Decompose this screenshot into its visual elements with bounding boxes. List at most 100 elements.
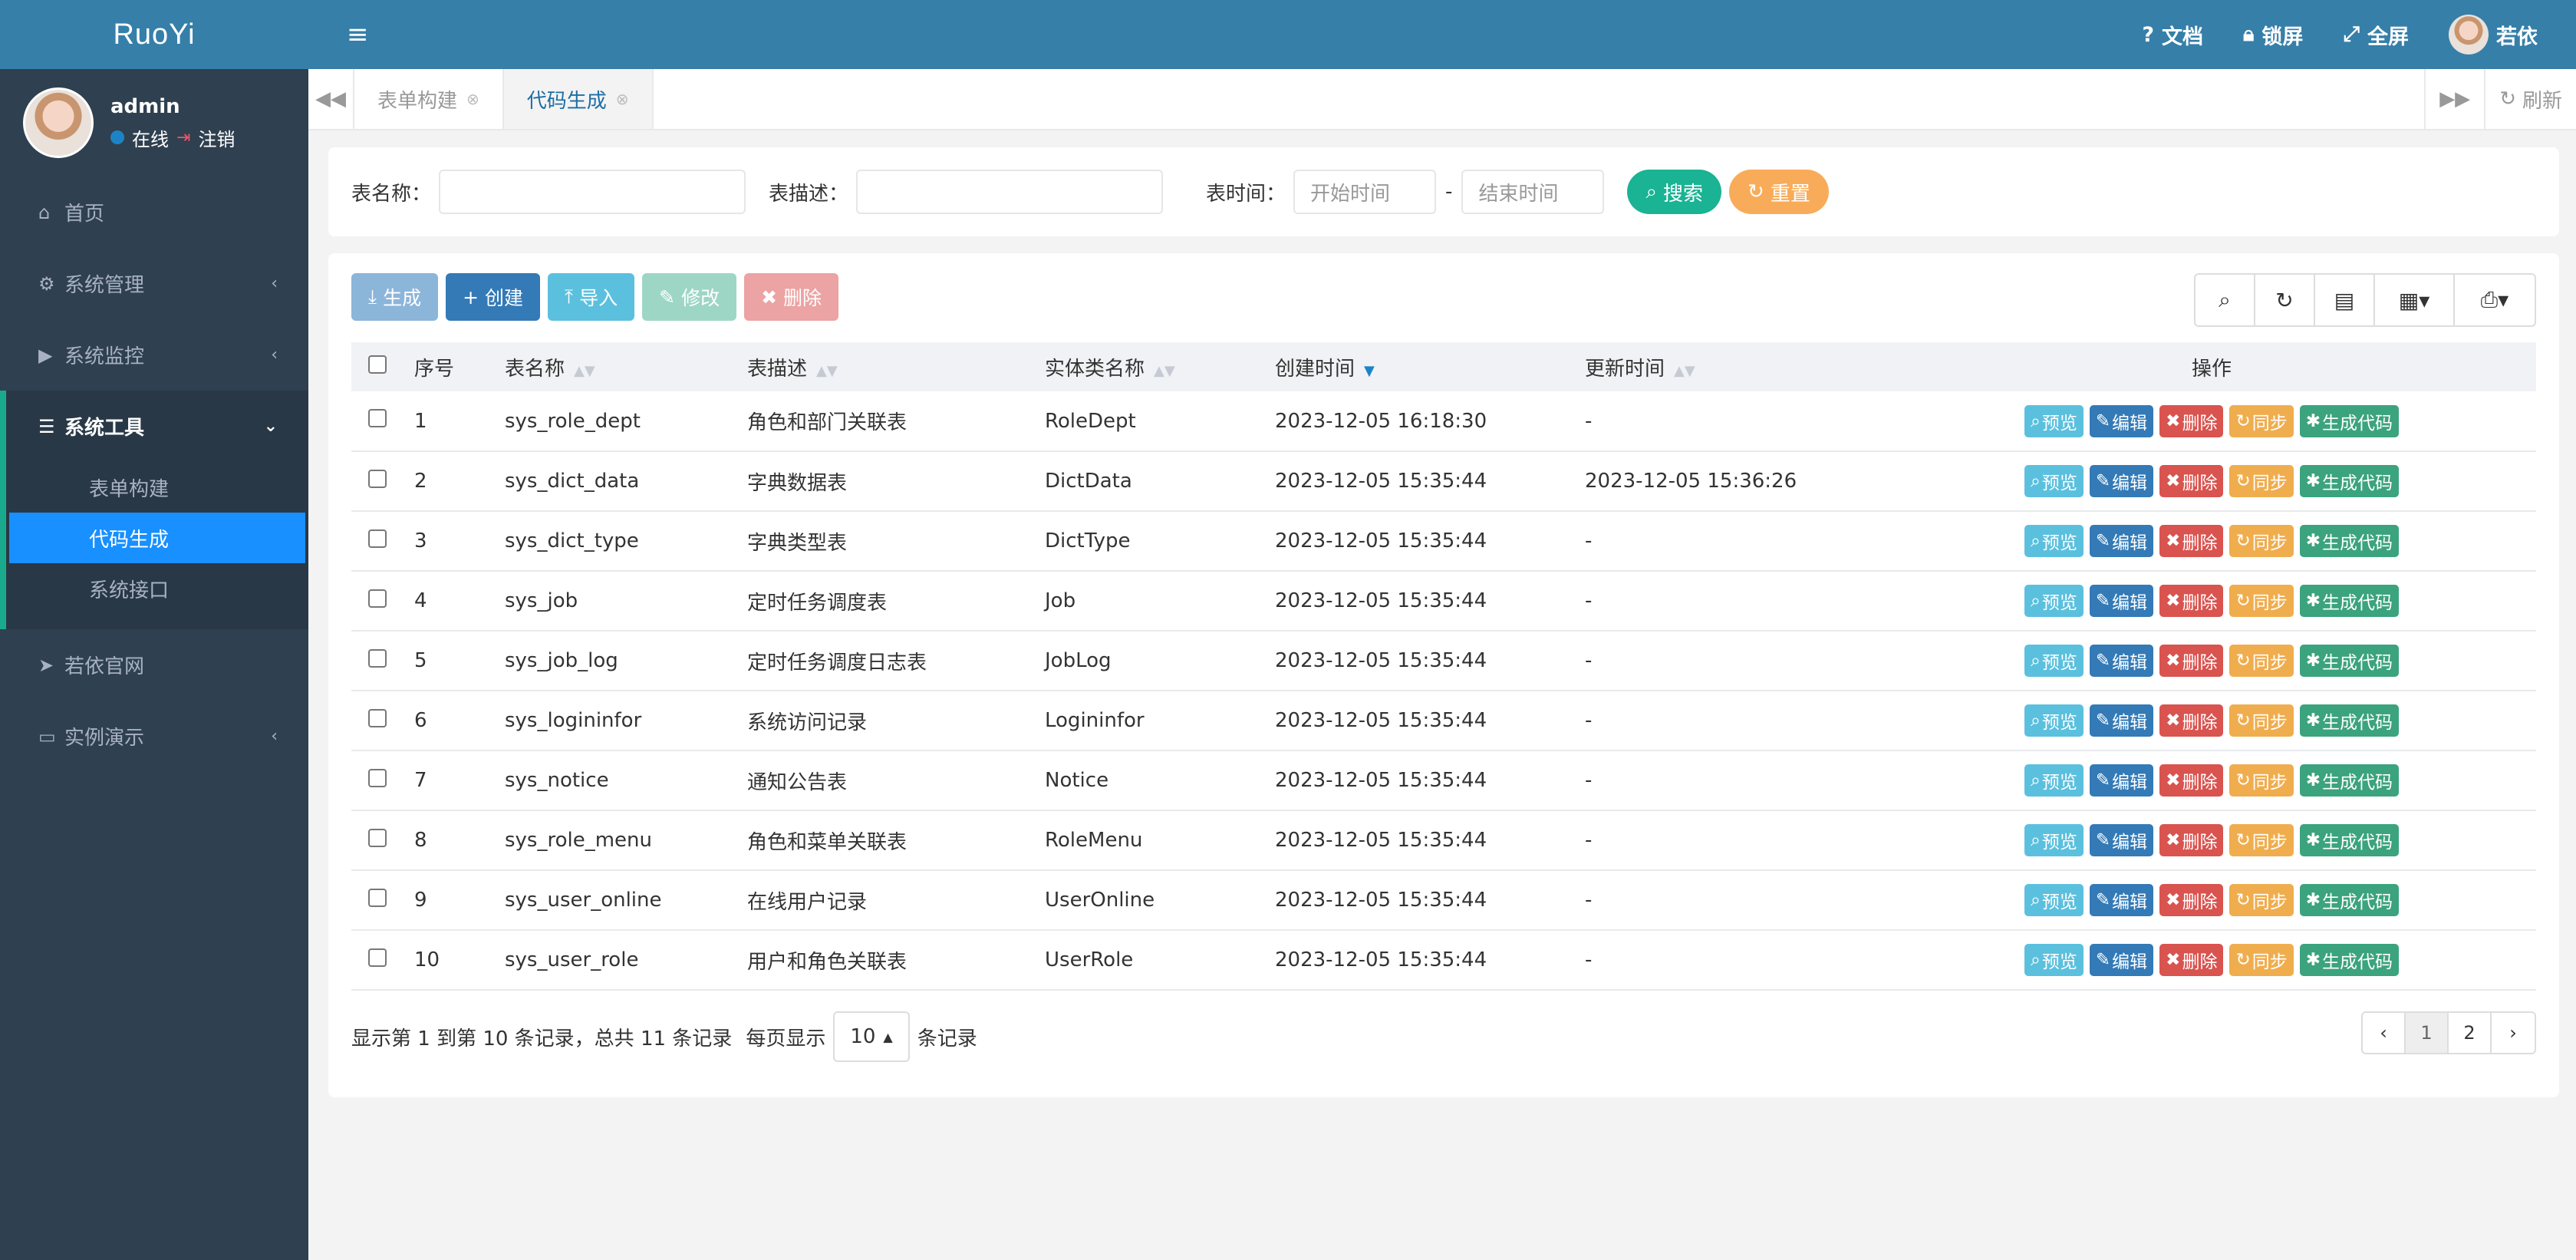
page-size-dropdown[interactable]: 10 ▲ [833, 1011, 910, 1062]
table-row[interactable]: 2 sys_dict_data 字典数据表 DictData 2023-12-05 15… [351, 451, 2536, 512]
row-checkbox[interactable] [368, 888, 387, 907]
preview-row-button[interactable]: ⌕ 预览 [2024, 944, 2084, 976]
reset-button[interactable]: ↻ 重置 [1729, 170, 1829, 214]
sync-row-button[interactable]: ↻ 同步 [2229, 764, 2294, 797]
delete-row-button[interactable]: ✖ 删除 [2159, 884, 2224, 916]
edit-row-button[interactable]: ✎ 编辑 [2089, 645, 2154, 677]
sidebar-item-0[interactable]: ⌂ 首页 [0, 176, 308, 248]
import-button[interactable]: ⤒ 导入 [548, 273, 635, 321]
row-checkbox[interactable] [368, 948, 387, 967]
row-checkbox[interactable] [368, 708, 387, 727]
delete-row-button[interactable]: ✖ 删除 [2159, 645, 2224, 677]
sidebar-item-2[interactable]: ▶ 系统监控 ‹ [0, 319, 308, 391]
table-row[interactable]: 5 sys_job_log 定时任务调度日志表 JobLog 2023-12-05 15… [351, 631, 2536, 691]
user-menu[interactable]: 若依 [2449, 15, 2538, 54]
row-checkbox[interactable] [368, 828, 387, 847]
toggle-search-button[interactable]: ⌕ [2196, 275, 2255, 325]
gencode-row-button[interactable]: ✱ 生成代码 [2299, 525, 2399, 557]
sidebar-subitem-1[interactable]: 代码生成 [9, 513, 305, 563]
menu-toggle-icon[interactable]: ≡ [347, 19, 369, 50]
table-name-input[interactable] [439, 170, 746, 214]
preview-row-button[interactable]: ⌕ 预览 [2024, 764, 2084, 797]
gencode-row-button[interactable]: ✱ 生成代码 [2299, 645, 2399, 677]
doc-link[interactable]: ? 文档 [2142, 20, 2203, 50]
toggle-view-button[interactable]: ▤ [2315, 275, 2375, 325]
table-row[interactable]: 10 sys_user_role 用户和角色关联表 UserRole 2023-12-0… [351, 930, 2536, 991]
preview-row-button[interactable]: ⌕ 预览 [2024, 884, 2084, 916]
gencode-row-button[interactable]: ✱ 生成代码 [2299, 704, 2399, 737]
header-create-time[interactable]: 创建时间 ▼ [1255, 342, 1565, 391]
delete-row-button[interactable]: ✖ 删除 [2159, 465, 2224, 497]
header-update-time[interactable]: 更新时间 ▲▼ [1565, 342, 1887, 391]
edit-row-button[interactable]: ✎ 编辑 [2089, 704, 2154, 737]
edit-row-button[interactable]: ✎ 编辑 [2089, 764, 2154, 797]
logout-link[interactable]: 注销 [198, 124, 235, 151]
sync-row-button[interactable]: ↻ 同步 [2229, 824, 2294, 856]
tabs-scroll-right-button[interactable]: ▶▶ [2424, 69, 2484, 129]
edit-row-button[interactable]: ✎ 编辑 [2089, 585, 2154, 617]
next-page-button[interactable]: › [2492, 1013, 2535, 1053]
table-row[interactable]: 7 sys_notice 通知公告表 Notice 2023-12-05 15:35:4… [351, 750, 2536, 811]
prev-page-button[interactable]: ‹ [2363, 1013, 2406, 1053]
table-desc-input[interactable] [856, 170, 1164, 214]
table-row[interactable]: 9 sys_user_online 在线用户记录 UserOnline 2023-12-… [351, 870, 2536, 931]
lock-screen-link[interactable]: 🔒︎ 锁屏 [2243, 20, 2303, 50]
edit-row-button[interactable]: ✎ 编辑 [2089, 404, 2154, 437]
delete-row-button[interactable]: ✖ 删除 [2159, 764, 2224, 797]
edit-row-button[interactable]: ✎ 编辑 [2089, 525, 2154, 557]
gencode-row-button[interactable]: ✱ 生成代码 [2299, 944, 2399, 976]
delete-row-button[interactable]: ✖ 删除 [2159, 824, 2224, 856]
preview-row-button[interactable]: ⌕ 预览 [2024, 585, 2084, 617]
delete-row-button[interactable]: ✖ 删除 [2159, 404, 2224, 437]
table-row[interactable]: 4 sys_job 定时任务调度表 Job 2023-12-05 15:35:44- ⌕ 预… [351, 571, 2536, 632]
sidebar-item-3[interactable]: ☰ 系统工具 ⌄ [6, 391, 308, 462]
delete-button[interactable]: ✖ 删除 [744, 273, 839, 321]
header-table-desc[interactable]: 表描述 ▲▼ [727, 342, 1025, 391]
sidebar-item-4[interactable]: ➤ 若依官网 [0, 629, 308, 701]
close-tab-icon[interactable]: ⊗ [466, 90, 479, 108]
delete-row-button[interactable]: ✖ 删除 [2159, 704, 2224, 737]
table-row[interactable]: 6 sys_logininfor 系统访问记录 Logininfor 2023-12-0… [351, 691, 2536, 751]
row-checkbox[interactable] [368, 409, 387, 427]
preview-row-button[interactable]: ⌕ 预览 [2024, 404, 2084, 437]
row-checkbox[interactable] [368, 469, 387, 488]
row-checkbox[interactable] [368, 768, 387, 787]
app-logo[interactable]: RuoYi [0, 0, 308, 69]
close-tab-icon[interactable]: ⊗ [616, 90, 629, 108]
sync-row-button[interactable]: ↻ 同步 [2229, 645, 2294, 677]
delete-row-button[interactable]: ✖ 删除 [2159, 585, 2224, 617]
gencode-row-button[interactable]: ✱ 生成代码 [2299, 764, 2399, 797]
select-all-checkbox[interactable] [368, 355, 387, 374]
page-2-button[interactable]: 2 [2449, 1013, 2492, 1053]
edit-row-button[interactable]: ✎ 编辑 [2089, 944, 2154, 976]
table-row[interactable]: 1 sys_role_dept 角色和部门关联表 RoleDept 2023-12-05… [351, 391, 2536, 452]
preview-row-button[interactable]: ⌕ 预览 [2024, 645, 2084, 677]
gencode-row-button[interactable]: ✱ 生成代码 [2299, 465, 2399, 497]
sync-row-button[interactable]: ↻ 同步 [2229, 404, 2294, 437]
gencode-row-button[interactable]: ✱ 生成代码 [2299, 824, 2399, 856]
row-checkbox[interactable] [368, 529, 387, 548]
sync-row-button[interactable]: ↻ 同步 [2229, 884, 2294, 916]
edit-row-button[interactable]: ✎ 编辑 [2089, 884, 2154, 916]
sync-row-button[interactable]: ↻ 同步 [2229, 465, 2294, 497]
sync-row-button[interactable]: ↻ 同步 [2229, 585, 2294, 617]
refresh-tab-button[interactable]: ↻ 刷新 [2484, 69, 2576, 129]
sidebar-subitem-2[interactable]: 系统接口 [6, 563, 308, 614]
row-checkbox[interactable] [368, 589, 387, 608]
preview-row-button[interactable]: ⌕ 预览 [2024, 824, 2084, 856]
header-table-name[interactable]: 表名称 ▲▼ [485, 342, 727, 391]
user-avatar[interactable] [23, 87, 94, 158]
fullscreen-link[interactable]: ⤢ 全屏 [2343, 20, 2409, 50]
gencode-row-button[interactable]: ✱ 生成代码 [2299, 404, 2399, 437]
sidebar-item-1[interactable]: ⚙ 系统管理 ‹ [0, 248, 308, 319]
generate-button[interactable]: ⤓ 生成 [351, 273, 439, 321]
gencode-row-button[interactable]: ✱ 生成代码 [2299, 884, 2399, 916]
preview-row-button[interactable]: ⌕ 预览 [2024, 704, 2084, 737]
sidebar-subitem-0[interactable]: 表单构建 [6, 462, 308, 513]
sync-row-button[interactable]: ↻ 同步 [2229, 944, 2294, 976]
header-class-name[interactable]: 实体类名称 ▲▼ [1025, 342, 1255, 391]
preview-row-button[interactable]: ⌕ 预览 [2024, 465, 2084, 497]
edit-button[interactable]: ✎ 修改 [642, 273, 737, 321]
columns-button[interactable]: ▦▾ [2375, 275, 2455, 325]
sync-row-button[interactable]: ↻ 同步 [2229, 704, 2294, 737]
